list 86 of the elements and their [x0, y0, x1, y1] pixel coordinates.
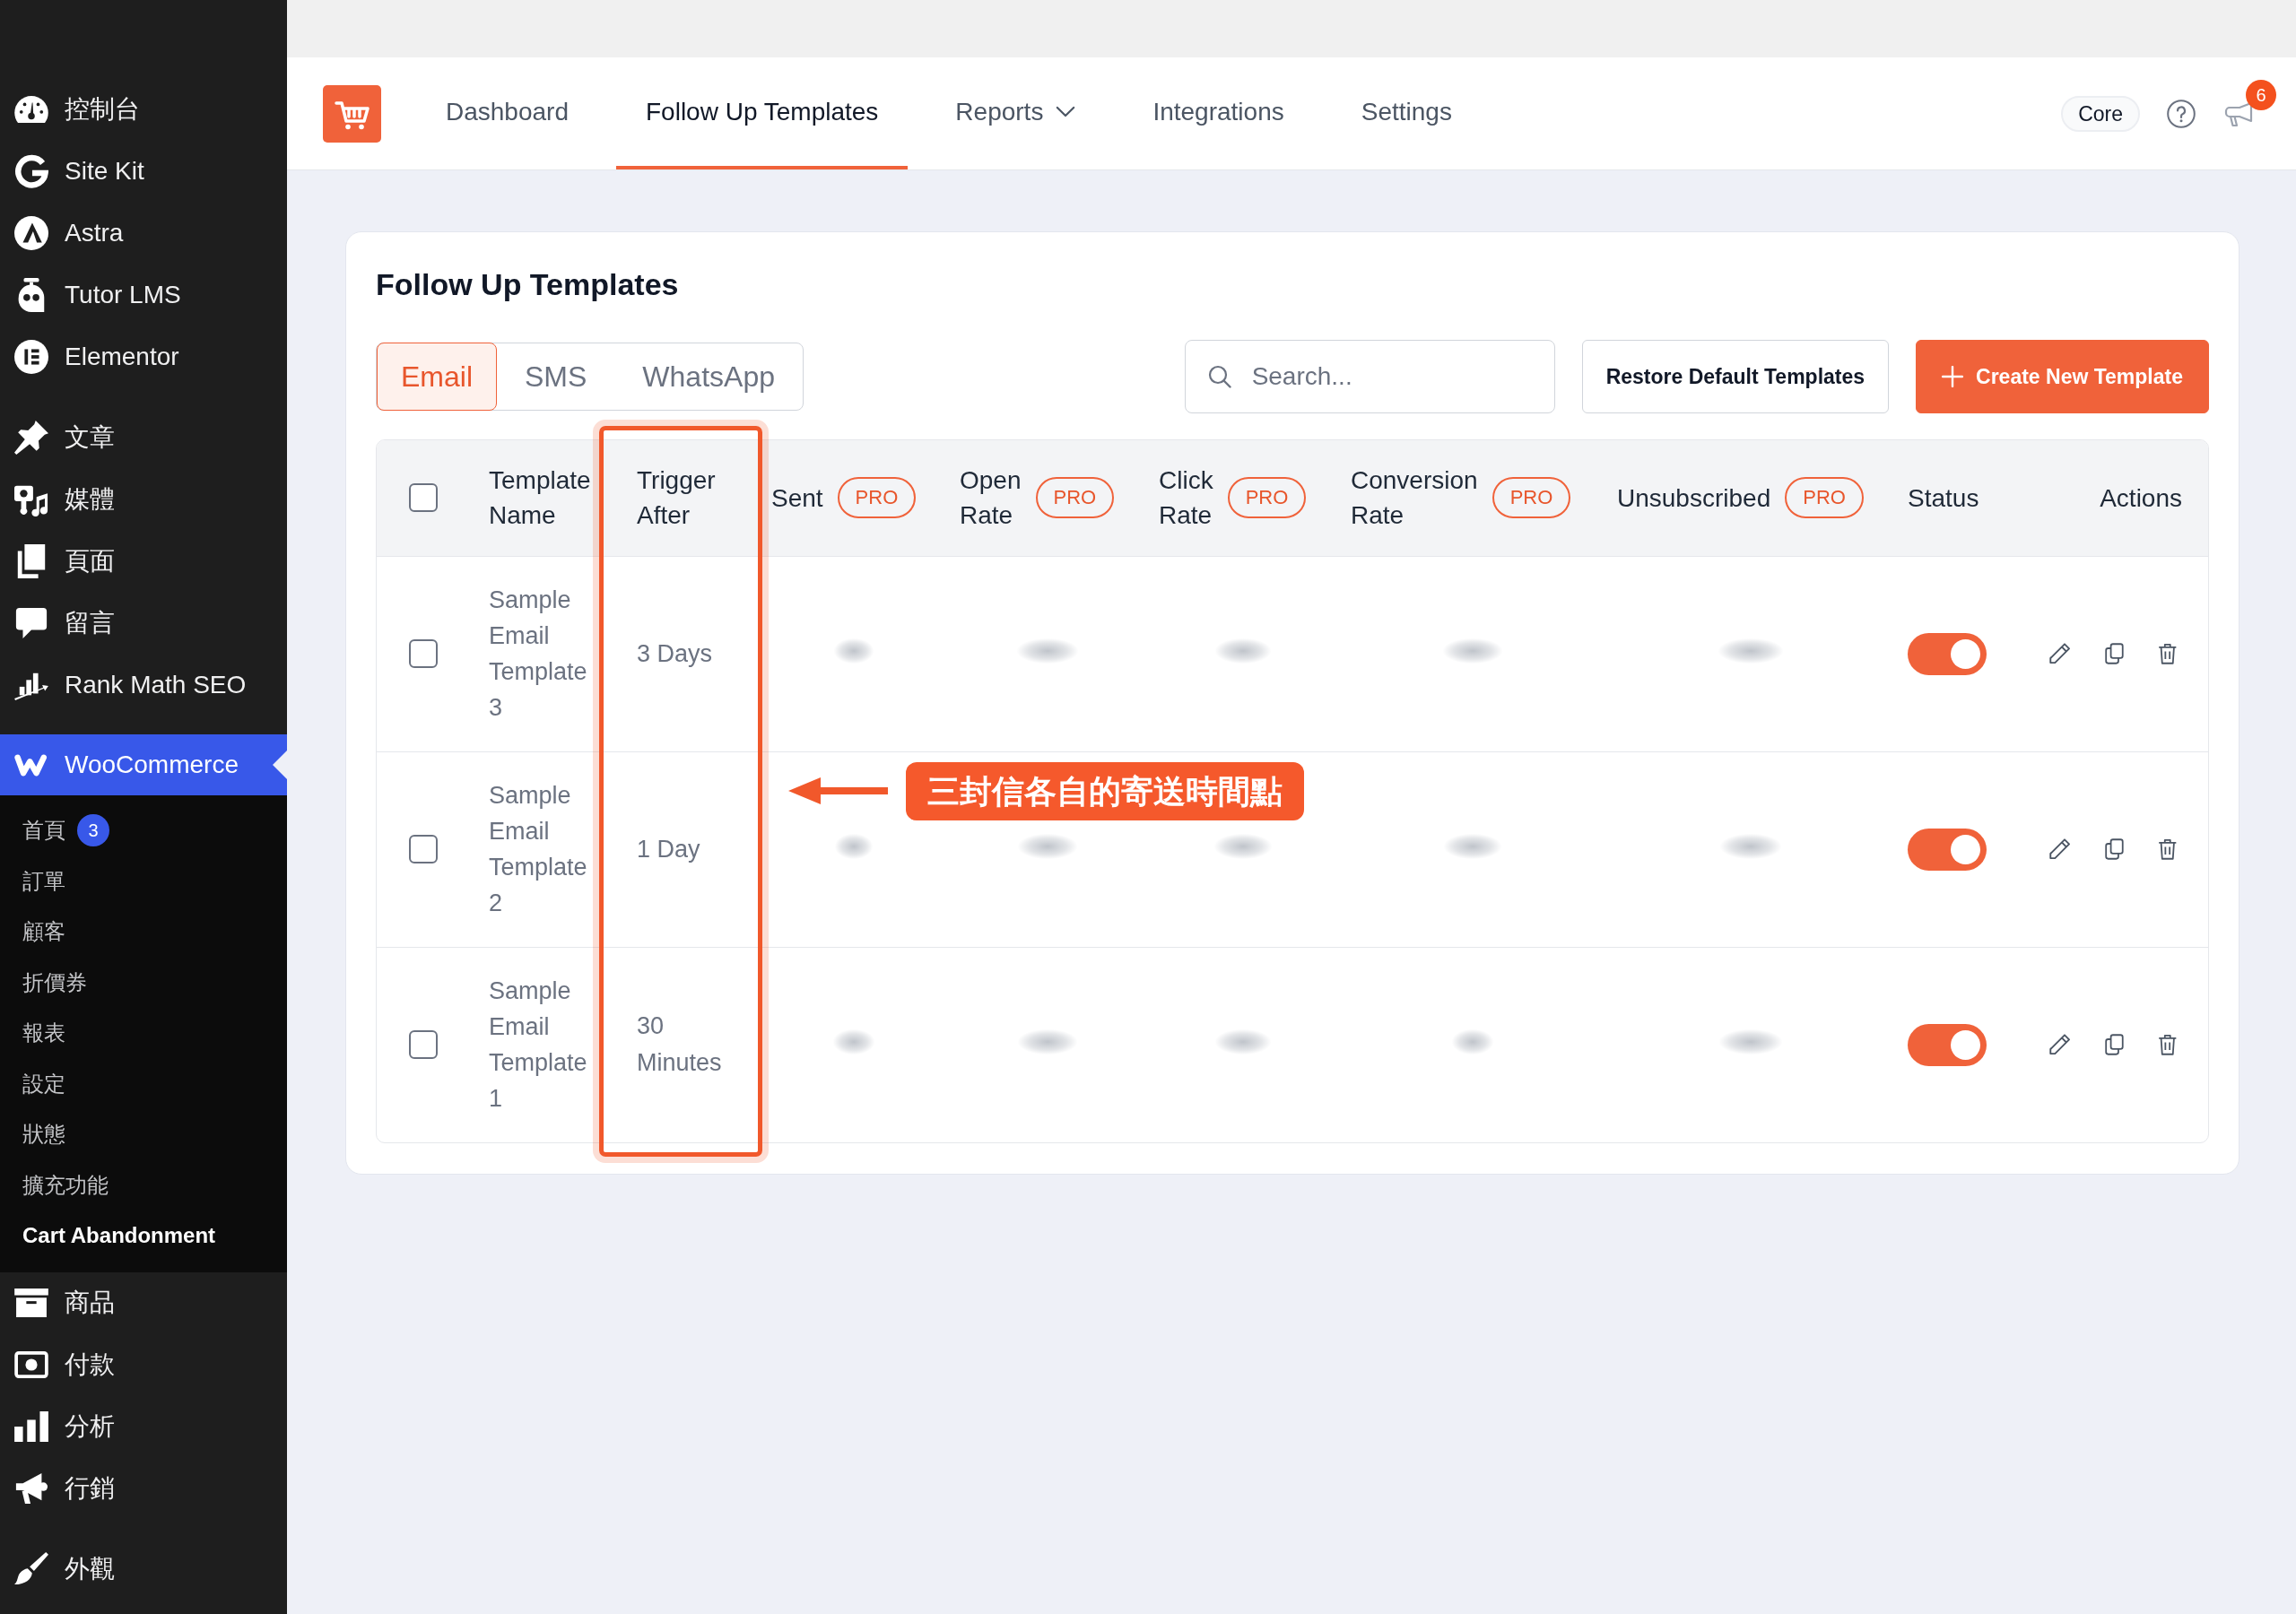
column-header: Click Rate — [1159, 465, 1213, 532]
sidebar-item[interactable]: 頁面 — [0, 530, 287, 592]
row-checkbox[interactable] — [409, 1030, 438, 1060]
column-header: Trigger After — [637, 465, 716, 532]
template-name: Sample Email Template 1 — [489, 976, 587, 1115]
nav-tab[interactable]: Integrations — [1123, 57, 1314, 169]
sidebar-item[interactable]: WooCommerce — [0, 734, 287, 795]
plan-badge: Core — [2061, 95, 2140, 132]
notification-badge: 6 — [2246, 79, 2276, 110]
megaphone-icon — [14, 1471, 48, 1506]
sidebar-item[interactable]: 留言 — [0, 592, 287, 654]
pro-badge: PRO — [1035, 477, 1115, 519]
row-checkbox[interactable] — [409, 639, 438, 668]
column-header: Conversion Rate — [1351, 465, 1478, 532]
submenu-item[interactable]: 顧客 — [0, 907, 287, 958]
submenu-item[interactable]: 擴充功能 — [0, 1159, 287, 1210]
sidebar-item[interactable]: 媒體 — [0, 468, 287, 530]
trigger-delay: 3 Days — [637, 638, 713, 669]
copy-icon[interactable] — [2104, 640, 2125, 667]
page-title: Follow Up Templates — [376, 266, 679, 303]
trigger-delay: 1 Day — [637, 834, 700, 864]
bar-chart-icon — [14, 1411, 48, 1442]
help-icon[interactable] — [2167, 99, 2196, 128]
callout-label: 三封信各自的寄送時間點 — [906, 762, 1304, 820]
nav-tab[interactable]: Settings — [1331, 57, 1482, 169]
sidebar-item[interactable]: 外觀 — [0, 1538, 287, 1601]
column-header: Unsubscribed — [1617, 482, 1771, 514]
sidebar-item[interactable]: Tutor LMS — [0, 264, 287, 325]
chevron-down-icon — [1056, 106, 1076, 117]
sidebar-item[interactable]: 文章 — [0, 406, 287, 468]
sidebar-item[interactable]: Site Kit — [0, 140, 287, 202]
sidebar-item[interactable]: 付款 — [0, 1333, 287, 1396]
a-logo-icon — [14, 215, 48, 250]
submenu-item[interactable]: 折價券 — [0, 957, 287, 1008]
submenu-item[interactable]: 訂單 — [0, 855, 287, 907]
row-checkbox[interactable] — [409, 835, 438, 863]
plus-icon — [1942, 366, 1964, 387]
submenu-item[interactable]: 首頁 3 — [0, 805, 287, 856]
channel-tab[interactable]: WhatsApp — [614, 343, 803, 411]
status-toggle[interactable] — [1908, 828, 1987, 871]
column-header: Status — [1908, 482, 1979, 514]
gauge-icon — [14, 95, 48, 123]
e-logo-icon — [14, 339, 48, 374]
pro-badge: PRO — [1227, 477, 1307, 519]
g-logo-icon — [14, 153, 48, 188]
sidebar-item[interactable]: Astra — [0, 202, 287, 264]
column-header: Template Name — [489, 465, 591, 532]
nav-tab[interactable]: Dashboard — [416, 57, 598, 169]
count-badge: 3 — [77, 814, 109, 847]
template-name: Sample Email Template 3 — [489, 586, 587, 723]
sidebar-item[interactable]: Rank Math SEO — [0, 654, 287, 716]
pro-badge: PRO — [837, 477, 917, 519]
submenu-item[interactable]: 設定 — [0, 1058, 287, 1109]
channel-tab[interactable]: SMS — [497, 343, 615, 411]
speech-bubble-icon — [14, 605, 48, 640]
submenu-item[interactable]: 狀態 — [0, 1109, 287, 1160]
trigger-delay: 30 Minutes — [637, 1011, 723, 1079]
action-button[interactable]: Restore Default Templates — [1581, 340, 1890, 413]
search-field[interactable]: Search... — [1184, 340, 1555, 413]
submenu-item[interactable]: Cart Abandonment — [0, 1210, 287, 1262]
sidebar-item[interactable]: 商品 — [0, 1271, 287, 1334]
column-header: Actions — [2100, 482, 2182, 514]
status-toggle[interactable] — [1908, 632, 1987, 675]
sidebar-item[interactable]: Elementor — [0, 325, 287, 387]
status-toggle[interactable] — [1908, 1023, 1987, 1066]
sidebar-item[interactable]: 控制台 — [0, 78, 287, 140]
nav-tab[interactable]: Follow Up Templates — [616, 57, 909, 169]
column-header: Sent — [771, 482, 823, 514]
banknote-icon — [14, 1351, 48, 1378]
pro-badge: PRO — [1492, 477, 1571, 519]
left-arrow-icon — [788, 777, 888, 804]
cart-icon[interactable] — [323, 84, 381, 143]
menu-pointer-icon — [273, 751, 287, 779]
sidebar-item[interactable]: 行銷 — [0, 1457, 287, 1520]
select-all-checkbox[interactable] — [409, 483, 438, 513]
archive-box-icon — [14, 1289, 48, 1317]
sidebar-item[interactable]: 分析 — [0, 1395, 287, 1458]
search-icon — [1207, 365, 1231, 388]
submenu-item[interactable]: 報表 — [0, 1008, 287, 1059]
paintbrush-icon — [14, 1552, 48, 1586]
pushpin-icon — [14, 420, 48, 455]
nav-tab[interactable]: Reports — [926, 57, 1106, 169]
template-name: Sample Email Template 2 — [489, 781, 587, 918]
copy-icon[interactable] — [2104, 836, 2125, 863]
pro-badge: PRO — [1785, 477, 1864, 519]
column-header: Open Rate — [960, 465, 1022, 532]
